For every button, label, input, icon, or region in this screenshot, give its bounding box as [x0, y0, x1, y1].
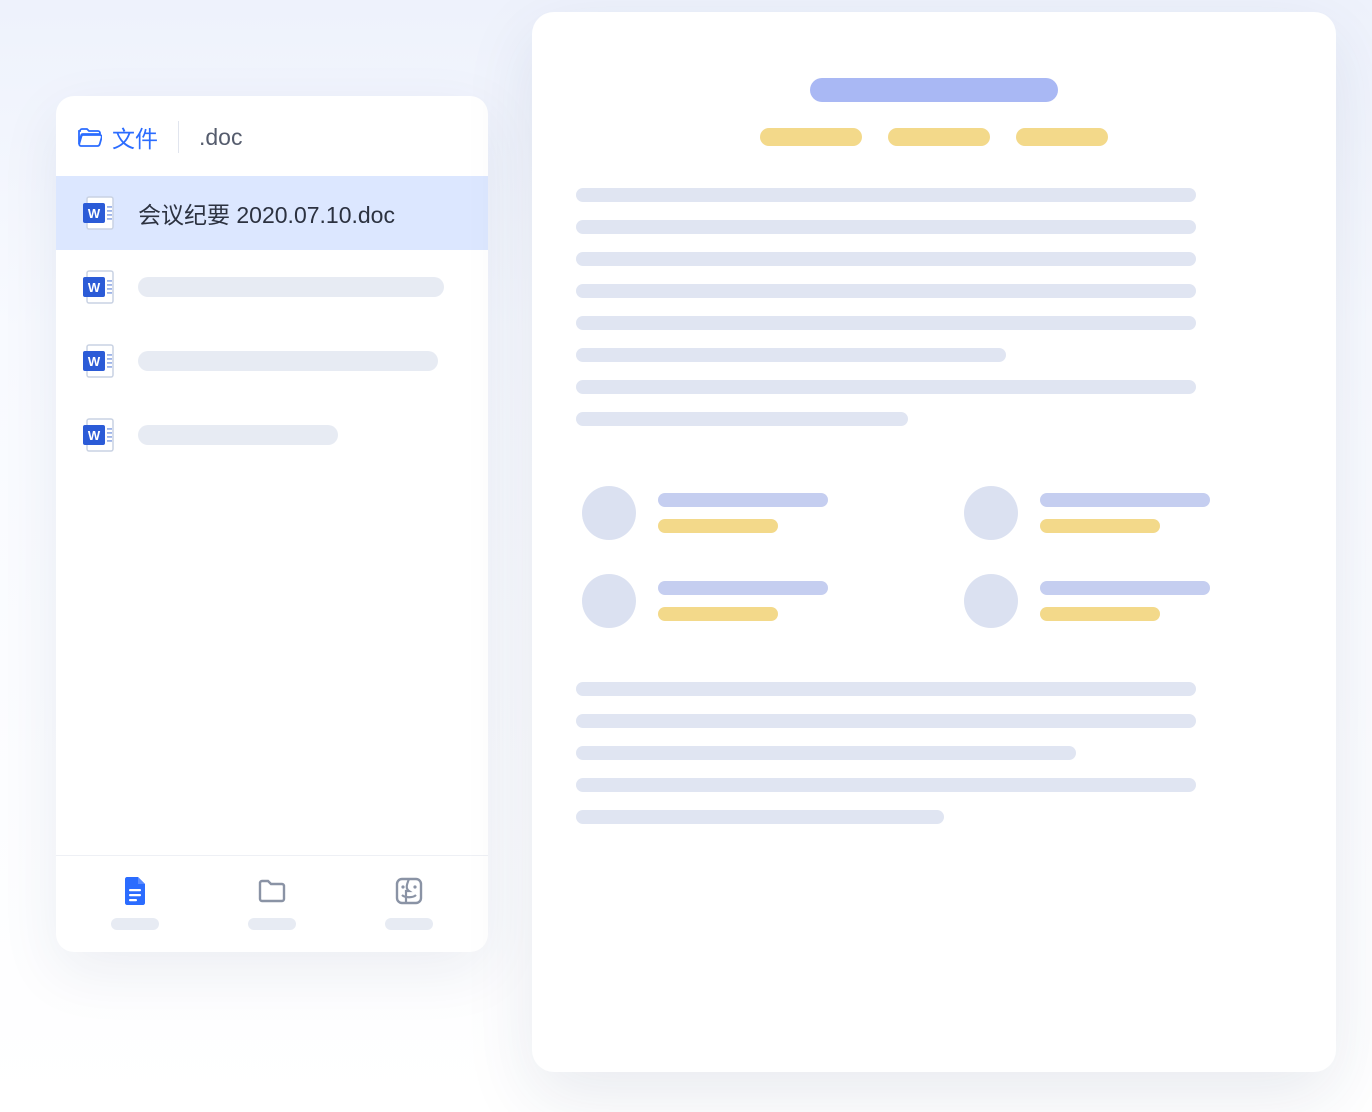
text-line-placeholder	[576, 810, 944, 824]
text-line-placeholder	[576, 220, 1196, 234]
file-row[interactable]: W	[56, 324, 488, 398]
folder-icon	[255, 874, 289, 908]
preview-title-placeholder	[810, 78, 1058, 102]
preview-tag-row	[576, 128, 1292, 146]
word-doc-icon: W	[80, 416, 118, 454]
folder-open-icon	[78, 127, 102, 147]
header-divider	[178, 121, 179, 153]
file-row[interactable]: W 会议纪要 2020.07.10.doc	[56, 176, 488, 250]
text-line-placeholder	[576, 252, 1196, 266]
svg-text:W: W	[88, 428, 101, 443]
person-role-placeholder	[658, 519, 778, 533]
nav-label-placeholder	[248, 918, 296, 930]
file-row[interactable]: W	[56, 250, 488, 324]
text-line-placeholder	[576, 284, 1196, 298]
text-line-placeholder	[576, 412, 908, 426]
file-row[interactable]: W	[56, 398, 488, 472]
text-line-placeholder	[576, 714, 1196, 728]
file-name-placeholder	[138, 425, 338, 445]
document-icon	[118, 874, 152, 908]
tag-placeholder	[1016, 128, 1108, 146]
avatar-placeholder	[582, 574, 636, 628]
nav-label-placeholder	[111, 918, 159, 930]
bottom-nav	[56, 855, 488, 952]
text-line-placeholder	[576, 746, 1076, 760]
svg-text:W: W	[88, 280, 101, 295]
person-role-placeholder	[1040, 519, 1160, 533]
person-item	[964, 486, 1286, 540]
preview-body-2	[576, 682, 1292, 824]
person-item	[582, 486, 904, 540]
person-name-placeholder	[1040, 493, 1210, 507]
preview-body-1	[576, 188, 1292, 426]
person-item	[582, 574, 904, 628]
people-grid	[576, 468, 1292, 658]
nav-label-placeholder	[385, 918, 433, 930]
person-name-placeholder	[658, 493, 828, 507]
text-line-placeholder	[576, 778, 1196, 792]
text-line-placeholder	[576, 682, 1196, 696]
file-name-placeholder	[138, 277, 444, 297]
search-query[interactable]: .doc	[199, 124, 242, 151]
person-role-placeholder	[658, 607, 778, 621]
text-line-placeholder	[576, 380, 1196, 394]
tag-placeholder	[888, 128, 990, 146]
svg-text:W: W	[88, 354, 101, 369]
word-doc-icon: W	[80, 268, 118, 306]
avatar-placeholder	[964, 574, 1018, 628]
nav-finder[interactable]	[385, 874, 433, 930]
person-name-placeholder	[658, 581, 828, 595]
document-preview	[532, 12, 1336, 1072]
panel-header: 文件 .doc	[56, 96, 488, 168]
file-tab-label: 文件	[112, 120, 158, 154]
text-line-placeholder	[576, 316, 1196, 330]
person-role-placeholder	[1040, 607, 1160, 621]
nav-documents[interactable]	[111, 874, 159, 930]
word-doc-icon: W	[80, 342, 118, 380]
file-list: W 会议纪要 2020.07.10.doc W W W	[56, 168, 488, 855]
avatar-placeholder	[964, 486, 1018, 540]
file-search-panel: 文件 .doc W 会议纪要 2020.07.10.doc W W W	[56, 96, 488, 952]
word-doc-icon: W	[80, 194, 118, 232]
person-item	[964, 574, 1286, 628]
file-tab[interactable]: 文件	[78, 120, 158, 154]
nav-folder[interactable]	[248, 874, 296, 930]
avatar-placeholder	[582, 486, 636, 540]
file-name: 会议纪要 2020.07.10.doc	[138, 196, 395, 230]
person-name-placeholder	[1040, 581, 1210, 595]
text-line-placeholder	[576, 348, 1006, 362]
file-name-placeholder	[138, 351, 438, 371]
svg-text:W: W	[88, 206, 101, 221]
finder-icon	[392, 874, 426, 908]
tag-placeholder	[760, 128, 862, 146]
text-line-placeholder	[576, 188, 1196, 202]
